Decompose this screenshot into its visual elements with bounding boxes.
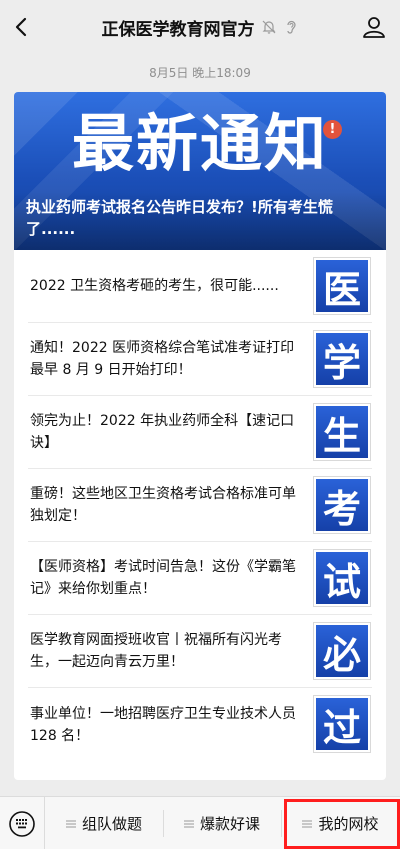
list-item[interactable]: 领完为止！2022 年执业药师全科【速记口诀】 生 [28, 396, 372, 469]
list-item[interactable]: 重磅！这些地区卫生资格考试合格标准可单独划定！ 考 [28, 469, 372, 542]
menu-item-hot-courses[interactable]: 爆款好课 [163, 797, 281, 849]
menu-item-label: 爆款好课 [199, 815, 260, 833]
menu-item-my-school[interactable]: 我的网校 [281, 797, 400, 849]
article-thumbnail: 医 [314, 258, 370, 314]
article-thumbnail: 过 [314, 696, 370, 752]
top-bar: 正保医学教育网官方 [0, 0, 400, 54]
message-timestamp: 8月5日 晚上18:09 [149, 66, 251, 80]
article-thumbnail: 生 [314, 404, 370, 460]
menu-item-label: 组队做题 [81, 815, 142, 833]
banner-subtitle: 执业药师考试报名公告昨日发布？!所有考生慌了...... [26, 198, 333, 238]
article-thumbnail: 试 [314, 550, 370, 606]
page-title: 正保医学教育网官方 [101, 19, 255, 40]
list-item[interactable]: 2022 卫生资格考砸的考生，很可能...... 医 [28, 250, 372, 323]
menu-item-label: 我的网校 [318, 815, 379, 833]
article-title: 领完为止！2022 年执业药师全科【速记口诀】 [30, 413, 295, 451]
article-thumbnail: 学 [314, 331, 370, 387]
ear-icon [286, 20, 296, 34]
article-title: 医学教育网面授班收官丨祝福所有闪光考生，一起迈向青云万里！ [30, 632, 282, 670]
bottom-menu-bar: 组队做题 爆款好课 我的网校 [0, 796, 400, 849]
alert-badge-icon: ! [323, 120, 342, 139]
article-thumbnail: 考 [314, 477, 370, 533]
article-title: 重磅！这些地区卫生资格考试合格标准可单独划定！ [30, 486, 296, 524]
banner[interactable]: 最新通知 ! 执业药师考试报名公告昨日发布？!所有考生慌了...... [14, 92, 386, 250]
article-title: 2022 卫生资格考砸的考生，很可能...... [30, 278, 279, 294]
article-thumbnail: 必 [314, 623, 370, 679]
keyboard-icon[interactable] [8, 810, 36, 838]
menu-lines-icon [65, 820, 76, 827]
article-title: 【医师资格】考试时间告急！这份《学霸笔记》来给你划重点！ [30, 559, 296, 597]
back-arrow-icon[interactable] [8, 13, 36, 41]
article-list: 2022 卫生资格考砸的考生，很可能...... 医 通知！2022 医师资格综… [14, 250, 386, 761]
list-item[interactable]: 【医师资格】考试时间告急！这份《学霸笔记》来给你划重点！ 试 [28, 542, 372, 615]
article-title: 事业单位！一地招聘医疗卫生专业技术人员 128 名！ [30, 705, 296, 744]
menu-item-team-practice[interactable]: 组队做题 [45, 797, 163, 849]
article-title: 通知！2022 医师资格综合笔试准考证打印最早 8 月 9 日开始打印！ [30, 340, 295, 378]
profile-icon[interactable] [360, 13, 388, 41]
list-item[interactable]: 事业单位！一地招聘医疗卫生专业技术人员 128 名！ 过 [28, 688, 372, 761]
list-item[interactable]: 医学教育网面授班收官丨祝福所有闪光考生，一起迈向青云万里！ 必 [28, 615, 372, 688]
menu-lines-icon [183, 820, 194, 827]
list-item[interactable]: 通知！2022 医师资格综合笔试准考证打印最早 8 月 9 日开始打印！ 学 [28, 323, 372, 396]
bell-muted-icon [262, 20, 275, 34]
menu-lines-icon [302, 820, 313, 827]
title-group: 正保医学教育网官方 [58, 14, 342, 40]
article-card: 最新通知 ! 执业药师考试报名公告昨日发布？!所有考生慌了...... 2022… [14, 92, 386, 780]
